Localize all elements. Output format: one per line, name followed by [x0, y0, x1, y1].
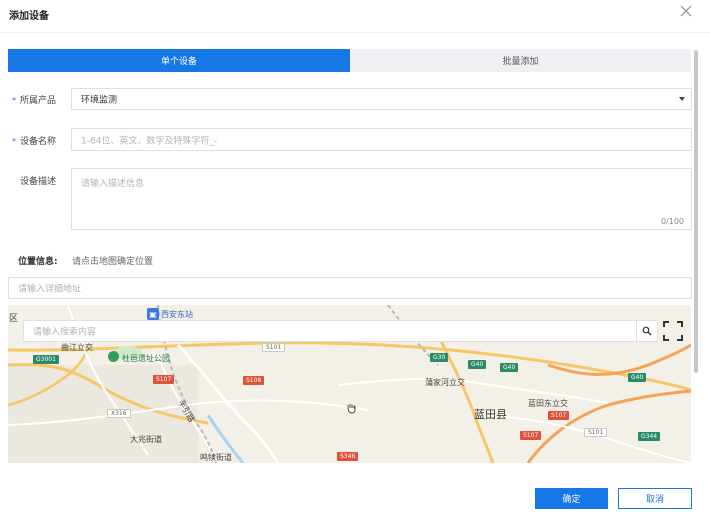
dialog-header: 添加设备	[0, 0, 710, 30]
product-select-value: 环境监测	[81, 95, 118, 106]
fullscreen-icon[interactable]	[662, 320, 684, 342]
hand-cursor-icon	[345, 402, 357, 414]
product-select[interactable]: 环境监测	[71, 88, 692, 110]
road-shield: G344	[638, 432, 661, 441]
road-shield: S107	[548, 411, 570, 420]
road-shield: G3001	[33, 355, 59, 364]
map-label-qujiang: 曲江立交	[61, 343, 93, 352]
road-shield: S101	[584, 428, 608, 437]
map-label-landong: 蓝田东立交	[528, 399, 568, 408]
description-textarea[interactable]: 请输入描述信息 0/100	[71, 168, 692, 230]
cancel-button[interactable]: 取消	[618, 488, 692, 509]
map-label-lantian: 蓝田县	[474, 408, 507, 421]
confirm-button[interactable]: 确定	[535, 488, 608, 509]
map-label-mingdu: 鸣犊街道	[200, 453, 232, 462]
description-placeholder: 请输入描述信息	[81, 179, 145, 189]
map-label-park: 杜邑遗址公园	[122, 354, 170, 363]
road-shield: G40	[628, 373, 647, 382]
road-shield: G30	[430, 353, 449, 362]
address-placeholder: 请输入详细地址	[18, 284, 82, 295]
tab-single-device[interactable]: 单个设备	[8, 49, 350, 72]
product-label: * 所属产品	[11, 96, 56, 106]
road-shield: G40	[468, 360, 487, 369]
map-label-dazhao: 大兆街道	[130, 435, 162, 444]
device-name-placeholder: 1-64位、英文、数字及特殊字符_-	[81, 136, 218, 146]
location-label: 位置信息:	[18, 257, 58, 267]
close-icon[interactable]	[678, 3, 694, 19]
location-hint: 请点击地图确定位置	[72, 257, 154, 267]
device-name-input[interactable]: 1-64位、英文、数字及特殊字符_-	[71, 128, 692, 151]
map-label-district: 区	[9, 314, 19, 324]
map-station: ▣ 西安东站	[147, 307, 193, 321]
tab-batch-add[interactable]: 批量添加	[350, 49, 691, 72]
map-search-input[interactable]: 请输入搜索内容	[23, 320, 637, 342]
map-search-placeholder: 请输入搜索内容	[33, 327, 97, 338]
map-search-button[interactable]	[637, 320, 658, 342]
chevron-down-icon	[679, 97, 685, 101]
road-shield: G40	[500, 363, 519, 372]
road-shield: X316	[107, 409, 131, 418]
station-name: 西安东站	[161, 309, 193, 319]
address-input[interactable]: 请输入详细地址	[8, 277, 692, 299]
park-icon	[108, 351, 119, 362]
dialog-title: 添加设备	[9, 11, 49, 22]
tab-bar: 单个设备 批量添加	[8, 49, 691, 72]
road-shield: S101	[262, 343, 286, 352]
road-shield: S346	[337, 452, 359, 461]
road-shield: S107	[520, 431, 542, 440]
train-station-icon: ▣	[147, 308, 159, 320]
road-shield: S107	[153, 375, 175, 384]
map-label-pujia: 蒲家河立交	[425, 378, 465, 387]
required-marker: *	[11, 96, 16, 105]
search-icon	[642, 326, 652, 336]
header-divider	[0, 32, 710, 33]
description-label: 设备描述	[19, 177, 56, 187]
road-shield: S108	[243, 376, 265, 385]
device-name-label: * 设备名称	[11, 137, 56, 147]
required-marker: *	[11, 137, 16, 146]
char-counter: 0/100	[660, 217, 684, 226]
scrollbar[interactable]	[694, 50, 698, 373]
